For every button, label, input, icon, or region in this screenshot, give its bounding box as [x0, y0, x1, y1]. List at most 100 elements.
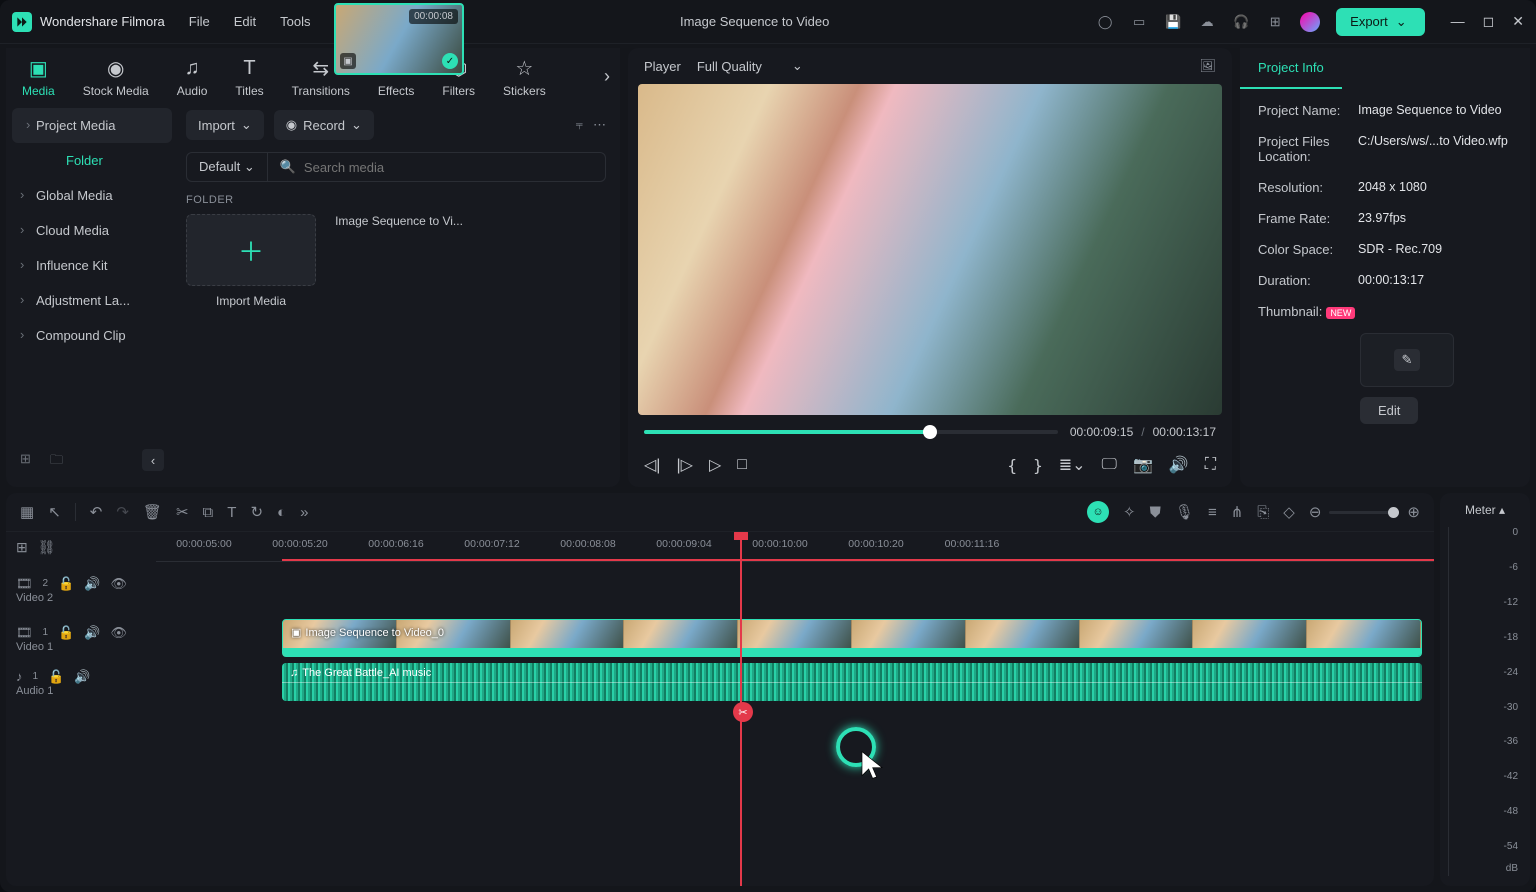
prev-frame-icon[interactable]: ◁|	[644, 455, 660, 475]
pointer-icon[interactable]: ↖	[48, 503, 61, 521]
track-add-icon[interactable]: ⊞	[16, 539, 28, 556]
color-icon[interactable]: ◐	[277, 504, 286, 521]
sidebar-item-influence-kit[interactable]: Influence Kit	[6, 248, 178, 283]
new-folder-icon[interactable]: ⊞	[20, 451, 38, 469]
screen-icon[interactable]: ▭	[1130, 13, 1148, 31]
cut-icon[interactable]: ✂	[176, 503, 189, 521]
mute-icon[interactable]: 🔊	[84, 625, 100, 641]
scrubber-track[interactable]	[644, 430, 1058, 434]
next-frame-icon[interactable]: |▷	[676, 455, 692, 475]
tab-titles[interactable]: T Titles	[235, 56, 263, 98]
scrubber-handle[interactable]	[923, 425, 937, 439]
zoom-out-icon[interactable]: ⊖	[1309, 503, 1322, 521]
filter-icon[interactable]: ⫧	[576, 117, 583, 133]
sidebar-item-adjustment-layer[interactable]: Adjustment La...	[6, 283, 178, 318]
menu-file[interactable]: File	[189, 14, 210, 29]
mark-in-icon[interactable]: {	[1007, 456, 1017, 475]
snapshot-icon[interactable]: 📷	[1133, 455, 1153, 475]
track-lane-video1[interactable]: ▣Image Sequence to Video_0	[156, 616, 1434, 660]
track-lane-audio1[interactable]: ♫The Great Battle_AI music	[156, 660, 1434, 704]
track-lane-video2[interactable]	[156, 562, 1434, 616]
lock-icon[interactable]: 🔓	[58, 625, 74, 641]
visible-icon[interactable]: 👁	[110, 576, 127, 592]
preview-viewport[interactable]	[638, 84, 1222, 415]
zoom-slider[interactable]	[1329, 511, 1399, 514]
more-icon[interactable]: ⋯	[593, 117, 606, 133]
quality-selector[interactable]: Full Quality ⌄	[697, 58, 803, 74]
cloud-icon[interactable]: ☁	[1198, 13, 1216, 31]
headphones-icon[interactable]: 🎧	[1232, 13, 1250, 31]
track-head-audio1[interactable]: ♪1 🔓 🔊 Audio 1	[6, 660, 156, 704]
mark-out-icon[interactable]: }	[1033, 456, 1043, 475]
tab-media[interactable]: ▣ Media	[22, 56, 55, 98]
menu-edit[interactable]: Edit	[234, 14, 256, 29]
mixer-icon[interactable]: ≡	[1208, 504, 1217, 521]
grid-icon[interactable]: ▦	[20, 503, 34, 521]
maximize-icon[interactable]: ◻	[1483, 13, 1495, 30]
lock-icon[interactable]: 🔓	[48, 669, 64, 685]
fullscreen-icon[interactable]: ⛶	[1205, 456, 1216, 474]
ai-tools-icon[interactable]: ☺	[1087, 501, 1109, 523]
more-tools-icon[interactable]: »	[300, 504, 308, 521]
keyframe-icon[interactable]: ◇	[1283, 503, 1295, 521]
thumbnail-box[interactable]: ✎	[1360, 333, 1454, 387]
track-head-video2[interactable]: 🎞2 🔓 🔊 👁 Video 2	[6, 562, 156, 616]
user-avatar[interactable]	[1300, 12, 1320, 32]
folder-icon[interactable]: 🗀	[50, 451, 68, 469]
delete-icon[interactable]: 🗑	[143, 503, 162, 521]
zoom-handle[interactable]	[1388, 507, 1399, 518]
sidebar-item-project-media[interactable]: Project Media	[12, 108, 172, 143]
meter-label[interactable]: Meter ▴	[1448, 503, 1522, 517]
sidebar-item-folder[interactable]: Folder	[6, 143, 178, 178]
edit-button[interactable]: Edit	[1360, 397, 1418, 424]
apps-icon[interactable]: ⊞	[1266, 13, 1284, 31]
timeline-ruler[interactable]: 00:00:05:00 00:00:05:20 00:00:06:16 00:0…	[156, 532, 1434, 562]
import-button[interactable]: Import ⌄	[186, 110, 264, 140]
export-frame-icon[interactable]: ⎘	[1257, 504, 1269, 521]
speed-icon[interactable]: ↻	[250, 503, 263, 521]
marker-icon[interactable]: ⛊	[1150, 504, 1161, 521]
import-media-card[interactable]: ＋ Import Media	[186, 214, 316, 308]
stop-icon[interactable]: □	[737, 456, 747, 474]
minimize-icon[interactable]: —	[1451, 13, 1465, 30]
tab-project-info[interactable]: Project Info	[1240, 48, 1342, 89]
tab-stock-media[interactable]: ◉ Stock Media	[83, 56, 149, 98]
audio-clip[interactable]: ♫The Great Battle_AI music	[282, 663, 1422, 701]
import-media-thumb[interactable]: ＋	[186, 214, 316, 286]
text-icon[interactable]: T	[227, 504, 236, 521]
voiceover-icon[interactable]: 🎙	[1175, 503, 1194, 521]
mute-icon[interactable]: 🔊	[84, 576, 100, 592]
media-clip-thumb[interactable]: 00:00:08 ▣ ✓	[334, 3, 464, 75]
timeline-tracks[interactable]: 00:00:05:00 00:00:05:20 00:00:06:16 00:0…	[156, 532, 1434, 886]
zoom-in-icon[interactable]: ⊕	[1407, 503, 1420, 521]
crop-icon[interactable]: ⧉	[203, 504, 214, 521]
sidebar-item-cloud-media[interactable]: Cloud Media	[6, 213, 178, 248]
play-icon[interactable]: ▷	[709, 455, 721, 475]
sidebar-item-global-media[interactable]: Global Media	[6, 178, 178, 213]
video-clip[interactable]: ▣Image Sequence to Video_0	[282, 619, 1422, 657]
enhance-icon[interactable]: ✧	[1123, 503, 1136, 521]
tab-audio[interactable]: ♫ Audio	[177, 56, 208, 98]
tab-stickers[interactable]: ☆ Stickers	[503, 56, 546, 98]
display-icon[interactable]: 🖵	[1102, 456, 1117, 474]
undo-icon[interactable]: ↶	[90, 503, 103, 521]
close-icon[interactable]: ✕	[1512, 13, 1524, 30]
record-status-icon[interactable]: ◯	[1096, 13, 1114, 31]
save-icon[interactable]: 💾	[1164, 13, 1182, 31]
lock-icon[interactable]: 🔓	[58, 576, 74, 592]
search-input[interactable]	[304, 160, 593, 175]
menu-tools[interactable]: Tools	[280, 14, 310, 29]
redo-icon[interactable]: ↷	[116, 503, 129, 521]
export-button[interactable]: Export ⌄	[1336, 8, 1424, 36]
mute-icon[interactable]: 🔊	[74, 669, 90, 685]
sort-default-button[interactable]: Default ⌄	[186, 152, 268, 182]
link-icon[interactable]: ⛓	[38, 539, 56, 556]
split-scissors-icon[interactable]: ✂	[733, 702, 753, 722]
media-clip-card[interactable]: 00:00:08 ▣ ✓ Image Sequence to Vi...	[334, 214, 464, 308]
sidebar-item-compound-clip[interactable]: Compound Clip	[6, 318, 178, 353]
preview-thumbnail-icon[interactable]: 🖼	[1199, 58, 1216, 74]
volume-icon[interactable]: 🔊	[1169, 455, 1189, 475]
collapse-sidebar-icon[interactable]: ‹	[142, 449, 164, 471]
visible-icon[interactable]: 👁	[110, 625, 127, 641]
render-icon[interactable]: ⋔	[1231, 503, 1244, 521]
